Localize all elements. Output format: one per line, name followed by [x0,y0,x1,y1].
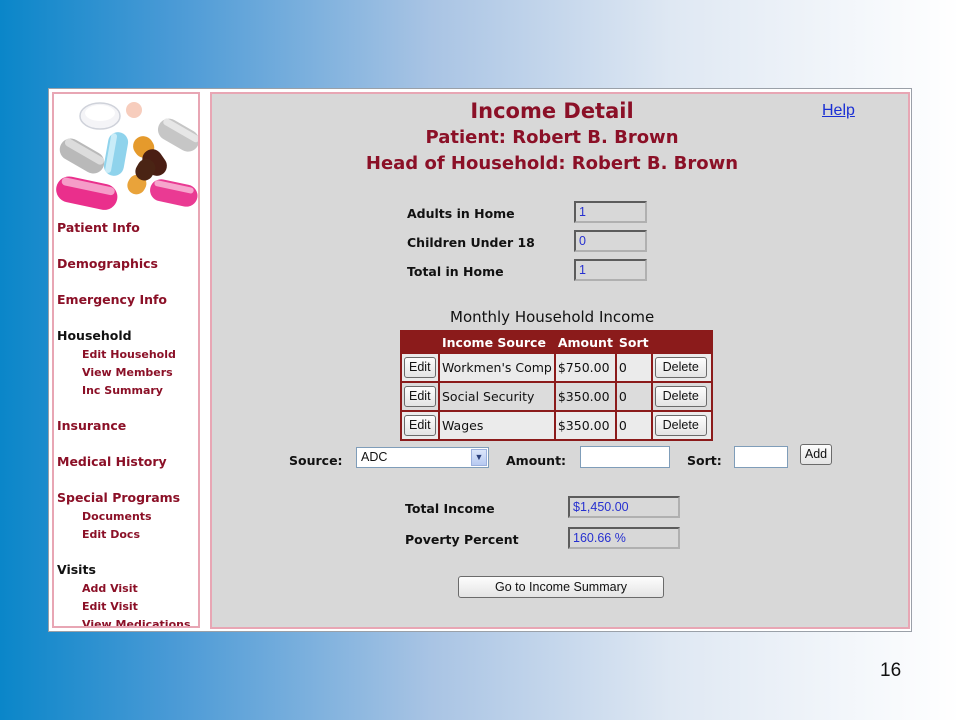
delete-cell: Delete [652,412,711,439]
sort-label: Sort: [687,453,722,468]
sidebar-section-visits: Visits [57,562,96,577]
source-label: Source: [289,453,343,468]
sidebar: Patient Info Demographics Emergency Info… [52,92,200,628]
sidebar-item-insurance[interactable]: Insurance [57,418,126,433]
medication-pills-image [56,96,198,212]
column-header-sort: Sort [616,332,651,352]
children-field: 0 [574,230,647,252]
sidebar-item-inc-summary[interactable]: Inc Summary [82,384,163,397]
income-source-cell: Workmen's Comp [440,354,554,381]
help-link[interactable]: Help [822,102,855,120]
table-row: Edit Social Security $350.00 0 Delete [402,383,711,410]
sidebar-item-edit-household[interactable]: Edit Household [82,348,176,361]
add-button[interactable]: Add [800,444,832,465]
application-window: Patient Info Demographics Emergency Info… [48,88,912,632]
delete-button[interactable]: Delete [654,386,707,407]
income-source-cell: Social Security [440,383,554,410]
delete-button[interactable]: Delete [654,357,707,378]
poverty-percent-label: Poverty Percent [405,532,519,547]
sidebar-item-special-programs[interactable]: Special Programs [57,490,180,505]
edit-button[interactable]: Edit [404,357,436,378]
slide-number: 16 [880,660,902,681]
total-income-label: Total Income [405,501,495,516]
column-header-amount: Amount [555,332,615,352]
adults-field: 1 [574,201,647,223]
total-income-field: $1,450.00 [568,496,680,518]
poverty-percent-field: 160.66 % [568,527,680,549]
sidebar-item-edit-docs[interactable]: Edit Docs [82,528,140,541]
main-content: Income Detail Patient: Robert B. Brown H… [210,92,910,629]
column-header-delete [652,332,711,352]
income-table-heading: Monthly Household Income [450,308,655,326]
sidebar-item-edit-visit[interactable]: Edit Visit [82,600,138,613]
sort-input[interactable] [734,446,788,468]
amount-input[interactable] [580,446,670,468]
sort-cell: 0 [616,354,651,381]
sidebar-item-demographics[interactable]: Demographics [57,256,158,271]
table-header-row: Income Source Amount Sort [402,332,711,352]
edit-cell: Edit [402,412,438,439]
table-row: Edit Wages $350.00 0 Delete [402,412,711,439]
delete-cell: Delete [652,383,711,410]
column-header-income-source: Income Source [440,332,554,352]
sidebar-item-view-members[interactable]: View Members [82,366,173,379]
adults-label: Adults in Home [407,206,515,221]
total-in-home-label: Total in Home [407,264,504,279]
sidebar-item-emergency-info[interactable]: Emergency Info [57,292,167,307]
patient-name: Patient: Robert B. Brown [425,127,679,148]
income-table: Income Source Amount Sort Edit Workmen's… [400,330,713,441]
edit-cell: Edit [402,354,438,381]
sort-cell: 0 [616,412,651,439]
amount-cell: $750.00 [555,354,615,381]
sidebar-item-documents[interactable]: Documents [82,510,152,523]
sort-cell: 0 [616,383,651,410]
page-title: Income Detail [470,99,634,123]
sidebar-section-household: Household [57,328,132,343]
delete-button[interactable]: Delete [654,415,707,436]
amount-cell: $350.00 [555,383,615,410]
edit-button[interactable]: Edit [404,386,436,407]
delete-cell: Delete [652,354,711,381]
source-select-value: ADC [361,450,388,464]
sidebar-item-view-medications[interactable]: View Medications [82,618,191,626]
income-source-cell: Wages [440,412,554,439]
sidebar-item-medical-history[interactable]: Medical History [57,454,167,469]
source-select[interactable]: ADC ▼ [356,447,489,468]
column-header-edit [402,332,438,352]
chevron-down-icon[interactable]: ▼ [471,449,487,466]
sidebar-item-patient-info[interactable]: Patient Info [57,220,140,235]
edit-cell: Edit [402,383,438,410]
amount-cell: $350.00 [555,412,615,439]
total-in-home-field: 1 [574,259,647,281]
table-row: Edit Workmen's Comp $750.00 0 Delete [402,354,711,381]
amount-label: Amount: [506,453,567,468]
children-label: Children Under 18 [407,235,535,250]
sidebar-item-add-visit[interactable]: Add Visit [82,582,138,595]
head-of-household: Head of Household: Robert B. Brown [365,153,739,174]
go-to-income-summary-button[interactable]: Go to Income Summary [458,576,664,598]
edit-button[interactable]: Edit [404,415,436,436]
